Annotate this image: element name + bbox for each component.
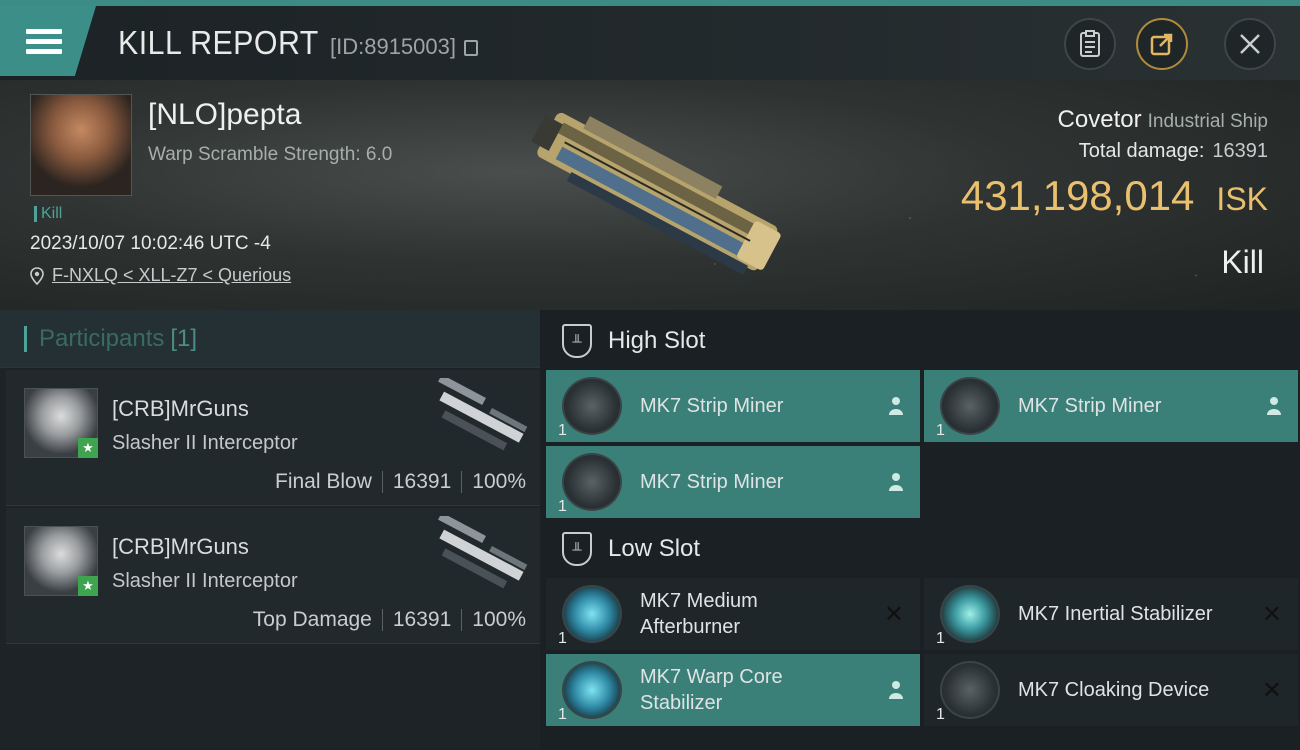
strip-miner-icon bbox=[562, 453, 622, 511]
star-icon: ★ bbox=[78, 576, 98, 596]
victim-avatar[interactable] bbox=[30, 94, 132, 196]
menu-icon bbox=[26, 24, 62, 59]
pilot-icon bbox=[889, 681, 903, 699]
participant-ship: Slasher II Interceptor bbox=[112, 432, 298, 454]
participants-header[interactable]: Participants [1] bbox=[0, 310, 540, 368]
participant-ship-image bbox=[438, 378, 528, 451]
afterburner-icon bbox=[562, 585, 622, 643]
clipboard-button[interactable] bbox=[1064, 18, 1116, 70]
location-pin-icon bbox=[30, 266, 44, 285]
module-item[interactable]: 1 MK7 Cloaking Device ✕ bbox=[924, 654, 1298, 726]
destroyed-x-icon: ✕ bbox=[1261, 676, 1282, 704]
inertial-stabilizer-icon bbox=[940, 585, 1000, 643]
pilot-icon bbox=[889, 473, 903, 491]
participant-row[interactable]: ★ [CRB]MrGuns Slasher II Interceptor Top… bbox=[6, 508, 540, 644]
module-name: MK7 Strip Miner bbox=[640, 471, 784, 493]
close-button[interactable] bbox=[1224, 18, 1276, 70]
module-name: MK7 Cloaking Device bbox=[1018, 679, 1210, 701]
high-slot-icon: ╨ bbox=[562, 324, 592, 358]
next-slot-header-partial bbox=[540, 738, 1300, 750]
module-name: MK7 Medium Afterburner bbox=[640, 590, 758, 638]
module-item[interactable]: 1 MK7 Medium Afterburner ✕ bbox=[546, 578, 920, 650]
pilot-icon bbox=[889, 397, 903, 415]
participant-name: [CRB]MrGuns bbox=[112, 534, 249, 559]
strip-miner-icon bbox=[562, 377, 622, 435]
participant-ship: Slasher II Interceptor bbox=[112, 570, 298, 592]
kill-location[interactable]: F-NXLQ < XLL-Z7 < Querious bbox=[30, 265, 291, 286]
share-icon bbox=[1150, 33, 1173, 56]
destroyed-x-icon: ✕ bbox=[1261, 600, 1282, 628]
module-name: MK7 Strip Miner bbox=[1018, 395, 1162, 417]
participant-ship-image bbox=[438, 516, 528, 589]
warp-core-stabilizer-icon bbox=[562, 661, 622, 719]
pilot-icon bbox=[1267, 397, 1281, 415]
module-item[interactable]: 1 MK7 Inertial Stabilizer ✕ bbox=[924, 578, 1298, 650]
participants-panel: Participants [1] ★ [CRB]MrGuns Slasher I… bbox=[0, 310, 540, 750]
total-damage: Total damage: 16391 bbox=[1078, 140, 1268, 162]
module-item[interactable]: 1 MK7 Strip Miner bbox=[546, 370, 920, 442]
low-slot-header: ╨ Low Slot bbox=[540, 518, 1300, 580]
destroyed-x-icon: ✕ bbox=[883, 600, 904, 628]
copy-icon[interactable] bbox=[464, 40, 479, 56]
fitting-panel: ╨ High Slot 1 MK7 Strip Miner 1 MK7 Stri… bbox=[540, 310, 1300, 750]
participant-stats: Top Damage 16391 100% bbox=[252, 608, 526, 631]
module-item[interactable]: 1 MK7 Strip Miner bbox=[546, 446, 920, 518]
high-slot-header: ╨ High Slot bbox=[540, 310, 1300, 372]
participant-avatar[interactable]: ★ bbox=[24, 526, 98, 596]
clipboard-icon bbox=[1080, 30, 1100, 57]
participant-avatar[interactable]: ★ bbox=[24, 388, 98, 458]
module-item[interactable]: 1 MK7 Strip Miner bbox=[924, 370, 1298, 442]
page-title: KILL REPORT bbox=[118, 24, 319, 61]
kill-tag: Kill bbox=[34, 206, 62, 222]
module-name: MK7 Warp Core Stabilizer bbox=[640, 666, 783, 714]
result-label: Kill bbox=[1221, 244, 1264, 280]
star-icon: ★ bbox=[78, 438, 98, 458]
participant-name: [CRB]MrGuns bbox=[112, 396, 249, 421]
strip-miner-icon bbox=[940, 377, 1000, 435]
isk-value: 431,198,014 ISK bbox=[960, 172, 1268, 219]
kill-timestamp: 2023/10/07 10:02:46 UTC -4 bbox=[30, 233, 271, 254]
low-slot-icon: ╨ bbox=[562, 532, 592, 566]
victim-name[interactable]: [NLO]pepta bbox=[148, 98, 301, 132]
share-button[interactable] bbox=[1136, 18, 1188, 70]
participant-row[interactable]: ★ [CRB]MrGuns Slasher II Interceptor Fin… bbox=[6, 370, 540, 506]
victim-ship-type: Covetor Industrial Ship bbox=[1057, 106, 1268, 133]
close-icon bbox=[1240, 34, 1260, 54]
module-name: MK7 Strip Miner bbox=[640, 395, 784, 417]
report-id: [ID:8915003] bbox=[330, 34, 479, 60]
module-item[interactable]: 1 MK7 Warp Core Stabilizer bbox=[546, 654, 920, 726]
participant-stats: Final Blow 16391 100% bbox=[275, 470, 526, 493]
warp-scramble-strength: Warp Scramble Strength: 6.0 bbox=[148, 144, 393, 165]
module-name: MK7 Inertial Stabilizer bbox=[1018, 603, 1213, 625]
victim-ship-image bbox=[531, 112, 781, 275]
cloaking-device-icon bbox=[940, 661, 1000, 719]
location-link[interactable]: F-NXLQ < XLL-Z7 < Querious bbox=[52, 265, 291, 286]
